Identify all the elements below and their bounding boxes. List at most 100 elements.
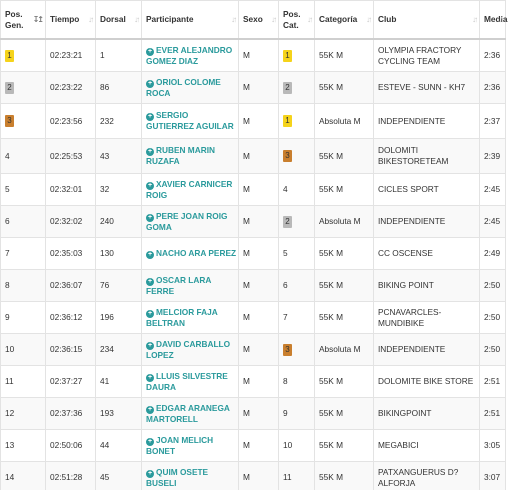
sort-arrows-icon[interactable]: ↓↑ xyxy=(271,15,277,25)
participant-link[interactable]: + OSCAR LARA FERRE xyxy=(146,275,211,296)
participant-link[interactable]: + DAVID CARBALLO LOPEZ xyxy=(146,339,230,360)
time-cell: 02:36:12 xyxy=(45,301,96,334)
time-cell: 02:32:02 xyxy=(45,205,96,238)
sort-arrows-icon[interactable]: ↓↑ xyxy=(366,15,372,25)
column-header-tiempo[interactable]: Tiempo ↓↑ xyxy=(45,0,96,40)
participant-link[interactable]: + QUIM OSETE BUSELI xyxy=(146,467,208,488)
column-header-pos-cat[interactable]: Pos. Cat. ↓↑ xyxy=(278,0,315,40)
participant-cell[interactable]: + DAVID CARBALLO LOPEZ xyxy=(141,333,239,366)
participant-cell[interactable]: + ORIOL COLOME ROCA xyxy=(141,71,239,104)
table-row: 12 02:37:36 193 + EDGAR ARANEGA MARTORELL M 9 5… xyxy=(0,397,506,430)
participant-cell[interactable]: + LLUIS SILVESTRE DAURA xyxy=(141,365,239,398)
participant-cell[interactable]: + MELCIOR FAJA BELTRAN xyxy=(141,301,239,334)
club-text: OLYMPIA FRACTORY CYCLING TEAM xyxy=(378,44,462,66)
column-header-sexo[interactable]: Sexo ↓↑ xyxy=(238,0,279,40)
category-position-text: 6 xyxy=(283,280,288,290)
pos-cat-cell: 3 xyxy=(278,138,315,174)
time-cell: 02:50:06 xyxy=(45,429,96,462)
results-page: Pos. Gen. ↧↥ Tiempo ↓↑ Dorsal ↓↑ Participante ↓↑… xyxy=(0,0,512,490)
column-header-categoria[interactable]: Categoría ↓↑ xyxy=(314,0,374,40)
pos-cat-cell: 1 xyxy=(278,103,315,139)
column-header-media[interactable]: Media ↓↑ xyxy=(479,0,508,40)
participant-link[interactable]: + RUBEN MARIN RUZAFA xyxy=(146,145,215,166)
category-cell: 55K M xyxy=(314,461,374,490)
club-text: INDEPENDIENTE xyxy=(378,115,446,126)
participant-name: OSCAR LARA FERRE xyxy=(146,274,212,296)
column-header-pos-gen[interactable]: Pos. Gen. ↧↥ xyxy=(0,0,46,40)
participant-link[interactable]: + EDGAR ARANEGA MARTORELL xyxy=(146,403,230,424)
category-cell: 55K M xyxy=(314,269,374,302)
category-text: 55K M xyxy=(319,408,343,418)
average-cell: 2:51 xyxy=(479,397,506,430)
position-text: 6 xyxy=(5,216,10,226)
column-header-participante[interactable]: Participante ↓↑ xyxy=(141,0,239,40)
club-cell: INDEPENDIENTE xyxy=(373,205,480,238)
pos-gen-cell: 2 xyxy=(0,71,46,104)
participant-cell[interactable]: + PERE JOAN ROIG GOMA xyxy=(141,205,239,238)
club-cell: OLYMPIA FRACTORY CYCLING TEAM xyxy=(373,38,480,72)
category-position-text: 4 xyxy=(283,184,288,194)
participant-link[interactable]: + EVER ALEJANDRO GOMEZ DIAZ xyxy=(146,45,232,66)
column-header-label: Participante xyxy=(146,14,194,24)
average-text: 2:39 xyxy=(484,150,501,161)
sort-arrows-icon[interactable]: ↓↑ xyxy=(134,15,140,25)
bib-cell: 45 xyxy=(95,461,142,490)
participant-cell[interactable]: + RUBEN MARIN RUZAFA xyxy=(141,138,239,174)
sort-arrows-icon[interactable]: ↓↑ xyxy=(472,15,478,25)
time-text: 02:36:12 xyxy=(50,312,83,322)
participant-cell[interactable]: + EVER ALEJANDRO GOMEZ DIAZ xyxy=(141,38,239,72)
category-text: 55K M xyxy=(319,50,343,60)
sort-arrows-icon[interactable]: ↓↑ xyxy=(498,15,504,25)
average-text: 2:50 xyxy=(484,280,501,290)
participant-cell[interactable]: + NACHO ARA PEREZ xyxy=(141,237,239,270)
sort-arrows-icon[interactable]: ↓↑ xyxy=(231,15,237,25)
pos-gen-cell: 6 xyxy=(0,205,46,238)
participant-link[interactable]: + XAVIER CARNICER ROIG xyxy=(146,179,232,200)
column-header-club[interactable]: Club ↓↑ xyxy=(373,0,480,40)
participant-cell[interactable]: + OSCAR LARA FERRE xyxy=(141,269,239,302)
sort-arrows-icon[interactable]: ↓↑ xyxy=(88,15,94,25)
time-cell: 02:23:22 xyxy=(45,71,96,104)
participant-link[interactable]: + NACHO ARA PEREZ xyxy=(146,248,236,259)
pos-gen-cell: 10 xyxy=(0,333,46,366)
participant-link[interactable]: + MELCIOR FAJA BELTRAN xyxy=(146,307,217,328)
bib-cell: 44 xyxy=(95,429,142,462)
sex-cell: M xyxy=(238,138,279,174)
position-text: 14 xyxy=(5,472,15,482)
bib-cell: 32 xyxy=(95,173,142,206)
sort-arrows-icon[interactable]: ↓↑ xyxy=(307,15,313,25)
time-text: 02:36:07 xyxy=(50,280,83,290)
bib-cell: 1 xyxy=(95,38,142,72)
bib-cell: 193 xyxy=(95,397,142,430)
table-row: 11 02:37:27 41 + LLUIS SILVESTRE DAURA M 8 55K … xyxy=(0,365,506,398)
participant-link[interactable]: + ORIOL COLOME ROCA xyxy=(146,77,221,98)
pos-cat-cell: 2 xyxy=(278,71,315,104)
table-row: 7 02:35:03 130 + NACHO ARA PEREZ M 5 55K M CC OS… xyxy=(0,237,506,270)
time-text: 02:50:06 xyxy=(50,440,83,450)
participant-link[interactable]: + JOAN MELICH BONET xyxy=(146,435,213,456)
average-cell: 3:07 xyxy=(479,461,506,490)
club-text: CC OSCENSE xyxy=(378,248,433,258)
club-text: DOLOMITE BIKE STORE xyxy=(378,376,474,386)
category-text: Absoluta M xyxy=(319,115,361,126)
column-header-dorsal[interactable]: Dorsal ↓↑ xyxy=(95,0,142,40)
average-cell: 2:50 xyxy=(479,301,506,334)
participant-link[interactable]: + PERE JOAN ROIG GOMA xyxy=(146,211,227,232)
sex-cell: M xyxy=(238,461,279,490)
participant-cell[interactable]: + EDGAR ARANEGA MARTORELL xyxy=(141,397,239,430)
table-row: 1 02:23:21 1 + EVER ALEJANDRO GOMEZ DIAZ M 1 55… xyxy=(0,38,506,72)
category-cell: 55K M xyxy=(314,71,374,104)
average-cell: 2:50 xyxy=(479,333,506,366)
plus-circle-icon: + xyxy=(146,341,154,350)
participant-cell[interactable]: + QUIM OSETE BUSELI xyxy=(141,461,239,490)
participant-link[interactable]: + SERGIO GUTIERREZ AGUILAR xyxy=(146,110,234,131)
table-header: Pos. Gen. ↧↥ Tiempo ↓↑ Dorsal ↓↑ Participante ↓↑… xyxy=(0,0,508,40)
sort-arrows-icon[interactable]: ↧↥ xyxy=(33,15,44,25)
pos-cat-cell: 3 xyxy=(278,333,315,366)
participant-link[interactable]: + LLUIS SILVESTRE DAURA xyxy=(146,371,228,392)
participant-cell[interactable]: + SERGIO GUTIERREZ AGUILAR xyxy=(141,103,239,139)
participant-cell[interactable]: + JOAN MELICH BONET xyxy=(141,429,239,462)
participant-cell[interactable]: + XAVIER CARNICER ROIG xyxy=(141,173,239,206)
average-cell: 2:50 xyxy=(479,269,506,302)
category-position-medal-badge: 3 xyxy=(283,343,292,356)
